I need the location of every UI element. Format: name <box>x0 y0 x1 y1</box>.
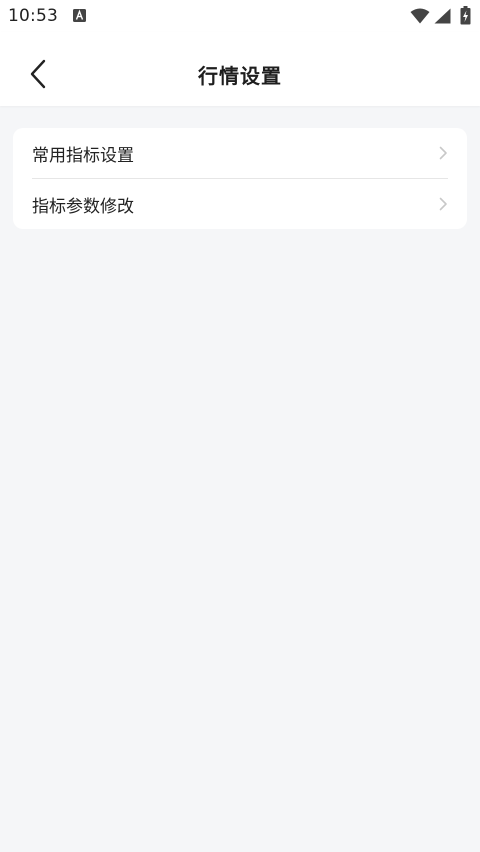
chevron-right-icon <box>439 146 447 160</box>
status-bar: 10:53 <box>0 0 480 32</box>
settings-card: 常用指标设置 指标参数修改 <box>13 128 467 229</box>
cell-signal-icon <box>434 8 451 24</box>
page-title: 行情设置 <box>198 64 282 88</box>
battery-charging-icon <box>460 6 471 25</box>
settings-item-indicator-params[interactable]: 指标参数修改 <box>32 178 448 229</box>
status-time: 10:53 <box>8 6 58 26</box>
wifi-icon <box>410 8 430 24</box>
a-square-icon <box>73 9 86 22</box>
settings-item-label: 指标参数修改 <box>32 196 134 217</box>
settings-item-common-indicators[interactable]: 常用指标设置 <box>13 128 467 178</box>
app-bar: 行情设置 <box>0 32 480 106</box>
chevron-right-icon <box>439 197 447 211</box>
settings-item-label: 常用指标设置 <box>32 145 134 166</box>
